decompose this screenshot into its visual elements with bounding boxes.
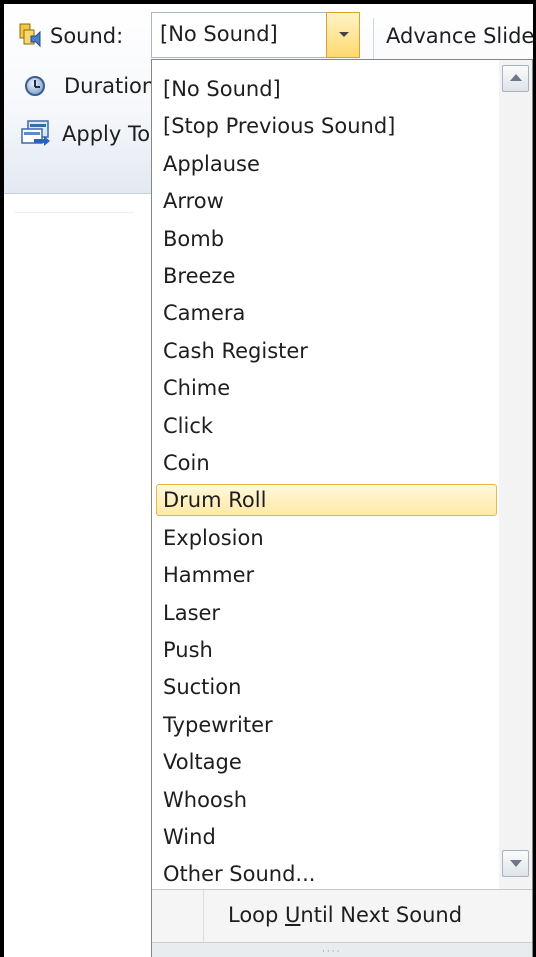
sound-option[interactable]: Explosion bbox=[156, 522, 497, 554]
sound-option[interactable]: Wind bbox=[156, 821, 497, 853]
sound-option[interactable]: Voltage bbox=[156, 746, 497, 778]
apply-to-all-button[interactable]: Apply To bbox=[62, 122, 150, 146]
sound-option[interactable]: [Stop Previous Sound] bbox=[156, 110, 497, 142]
sound-option[interactable]: Camera bbox=[156, 297, 497, 329]
sound-option[interactable]: Coin bbox=[156, 447, 497, 479]
sound-options-list: [No Sound] [Stop Previous Sound] Applause A… bbox=[152, 60, 499, 889]
sound-icon bbox=[18, 22, 42, 48]
slide-pane bbox=[4, 194, 154, 957]
sound-combobox[interactable]: [No Sound] bbox=[151, 12, 360, 58]
chevron-down-icon[interactable] bbox=[326, 12, 360, 58]
sound-option[interactable]: Typewriter bbox=[156, 709, 497, 741]
checkbox-gutter bbox=[152, 890, 204, 942]
sound-dropdown-list: [No Sound] [Stop Previous Sound] Applause A… bbox=[151, 59, 533, 957]
sound-option[interactable]: [No Sound] bbox=[156, 73, 497, 105]
clock-icon bbox=[25, 76, 45, 96]
sound-option[interactable]: Push bbox=[156, 634, 497, 666]
scroll-down-icon[interactable] bbox=[502, 850, 529, 877]
scroll-up-icon[interactable] bbox=[502, 65, 529, 92]
sound-label: Sound: bbox=[50, 24, 124, 48]
sound-option[interactable]: Chime bbox=[156, 372, 497, 404]
sound-option[interactable]: Other Sound... bbox=[156, 858, 497, 890]
sound-combobox-value: [No Sound] bbox=[160, 22, 278, 46]
sound-option[interactable]: Hammer bbox=[156, 559, 497, 591]
sound-option[interactable]: Cash Register bbox=[156, 335, 497, 367]
sound-option[interactable]: Click bbox=[156, 410, 497, 442]
grip-dots: ···· bbox=[322, 947, 342, 957]
scrollbar[interactable] bbox=[499, 60, 532, 889]
loop-until-next-sound-option[interactable]: Loop Until Next Sound bbox=[152, 890, 532, 942]
sound-option[interactable]: Drum Roll bbox=[156, 484, 497, 517]
sound-option[interactable]: Laser bbox=[156, 597, 497, 629]
sound-option[interactable]: Suction bbox=[156, 671, 497, 703]
sound-option[interactable]: Bomb bbox=[156, 223, 497, 255]
duration-label: Duration bbox=[64, 74, 156, 98]
sound-option[interactable]: Arrow bbox=[156, 185, 497, 217]
ribbon-divider bbox=[373, 18, 374, 60]
loop-until-next-sound-label: Loop Until Next Sound bbox=[228, 903, 463, 927]
apply-to-all-icon bbox=[20, 119, 52, 147]
resize-grip[interactable]: ···· bbox=[152, 942, 532, 957]
advance-slide-label: Advance Slide bbox=[386, 24, 535, 48]
sound-option[interactable]: Breeze bbox=[156, 260, 497, 292]
sound-option[interactable]: Whoosh bbox=[156, 784, 497, 816]
sound-option[interactable]: Applause bbox=[156, 148, 497, 180]
